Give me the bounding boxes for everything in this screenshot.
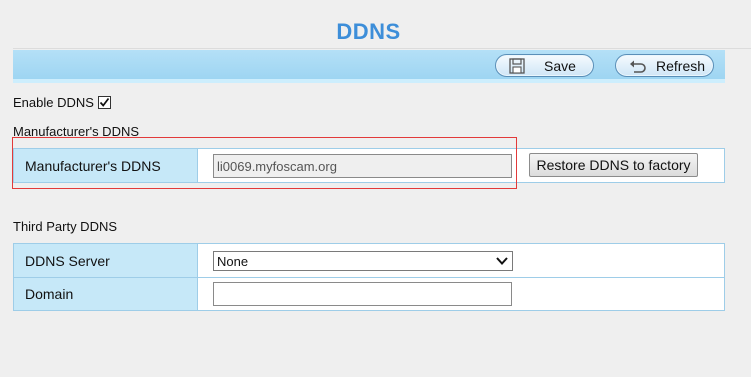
- ddns-server-value-cell: None: [198, 244, 724, 277]
- floppy-disk-icon: [508, 58, 526, 74]
- domain-value-cell: [198, 278, 724, 310]
- domain-row: Domain: [14, 277, 724, 310]
- undo-arrow-icon: [628, 58, 646, 74]
- restore-ddns-button[interactable]: Restore DDNS to factory: [529, 153, 698, 177]
- manufacturer-ddns-panel: Manufacturer's DDNS Restore DDNS to fact…: [13, 148, 725, 183]
- ddns-server-row: DDNS Server None: [14, 244, 724, 277]
- third-party-ddns-heading: Third Party DDNS: [13, 219, 118, 234]
- ddns-server-selected: None: [217, 253, 249, 269]
- manufacturer-ddns-heading: Manufacturer's DDNS: [13, 124, 140, 139]
- third-party-ddns-panel: DDNS Server None Domain: [13, 243, 725, 311]
- manufacturer-ddns-label: Manufacturer's DDNS: [14, 149, 198, 182]
- ddns-server-select[interactable]: None: [213, 251, 513, 271]
- refresh-label: Refresh: [656, 58, 706, 74]
- page-title: DDNS: [336, 19, 401, 44]
- title-divider: [13, 48, 751, 49]
- chevron-down-icon: [496, 257, 508, 265]
- save-label: Save: [544, 58, 576, 74]
- enable-ddns-row: Enable DDNS: [13, 94, 111, 110]
- domain-field[interactable]: [213, 282, 512, 306]
- manufacturer-ddns-row: Manufacturer's DDNS Restore DDNS to fact…: [14, 149, 724, 182]
- ddns-server-label: DDNS Server: [14, 244, 198, 277]
- manufacturer-ddns-value-cell: Restore DDNS to factory: [198, 149, 724, 182]
- checkmark-icon: [99, 97, 110, 107]
- manufacturer-ddns-field[interactable]: [213, 154, 512, 178]
- refresh-button[interactable]: Refresh: [615, 54, 714, 77]
- enable-ddns-checkbox[interactable]: [97, 95, 111, 109]
- domain-label: Domain: [14, 278, 198, 310]
- save-button[interactable]: Save: [495, 54, 594, 77]
- enable-ddns-label: Enable DDNS: [13, 94, 94, 110]
- toolbar: Save Refresh: [13, 50, 725, 83]
